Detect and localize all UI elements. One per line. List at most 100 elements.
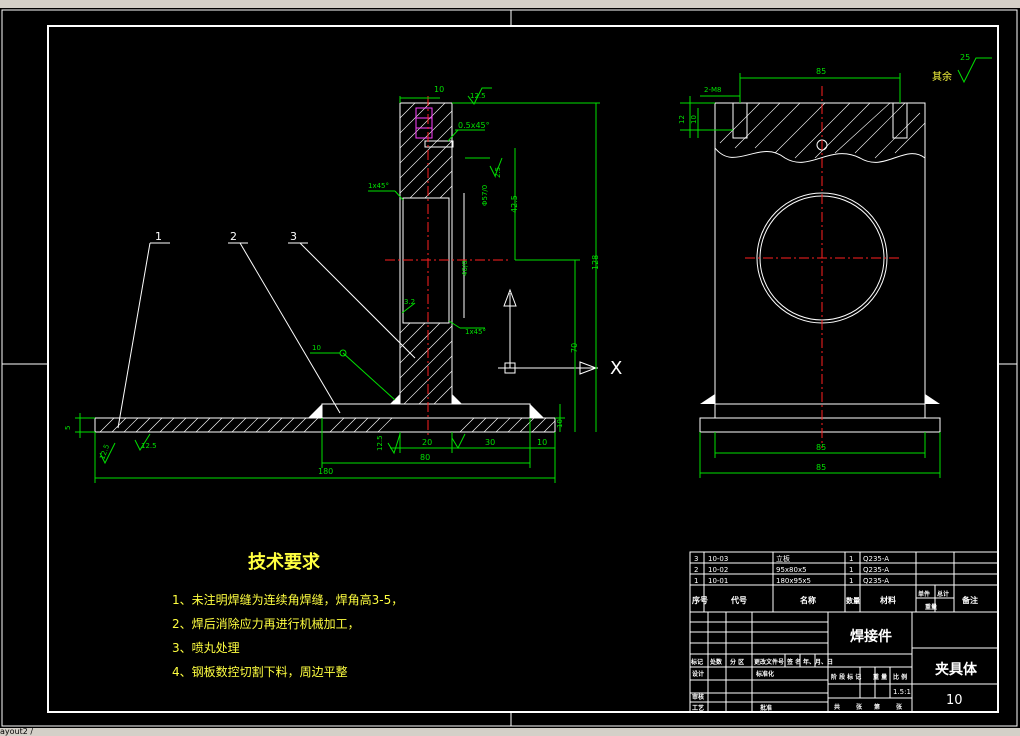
svg-text:批准: 批准: [760, 704, 772, 712]
drawing-number: 10: [946, 693, 963, 708]
side-plate: [714, 102, 926, 405]
cad-drawing-canvas[interactable]: X 10 128 70 42.5 10 5 180 80 20 30 10 12…: [0, 8, 1020, 728]
svg-text:42.5: 42.5: [510, 195, 519, 213]
svg-text:数量: 数量: [846, 596, 860, 605]
vertical-hatch: [399, 102, 453, 405]
status-strip: ayout2 /: [0, 728, 1020, 736]
tech-item-4: 4、钢板数控切割下料，周边平整: [172, 664, 348, 679]
part-type: 焊接件: [850, 628, 892, 645]
part-label-1: 1: [155, 230, 162, 243]
svg-text:Q235-A: Q235-A: [863, 566, 889, 574]
svg-text:10: 10: [690, 115, 698, 124]
part-label-2: 2: [230, 230, 237, 243]
svg-text:阶 段 标 记: 阶 段 标 记: [831, 673, 861, 681]
svg-text:12.5: 12.5: [98, 443, 111, 460]
svg-text:180x95x5: 180x95x5: [776, 577, 811, 585]
svg-text:1: 1: [694, 577, 698, 585]
vertical-plate: [399, 102, 453, 405]
svg-text:10: 10: [556, 419, 564, 428]
side-view: 85 2-M8 12 10 85 85 其余 25: [678, 53, 992, 478]
svg-text:85: 85: [816, 463, 826, 472]
svg-text:2-M8: 2-M8: [704, 86, 721, 94]
svg-text:85: 85: [816, 443, 826, 452]
drawing-name: 夹具体: [935, 661, 978, 678]
svg-text:10: 10: [537, 438, 547, 447]
svg-text:70: 70: [570, 343, 579, 353]
svg-text:128: 128: [591, 255, 600, 270]
svg-text:85: 85: [816, 67, 826, 76]
inner-frame: [47, 25, 999, 713]
title-block: 3 10-03 立板 1 Q235-A 2 10-02 95x80x5 1 Q2…: [689, 551, 999, 713]
tech-item-1: 1、未注明焊缝为连续角焊缝，焊角高3-5，: [172, 592, 403, 607]
svg-text:2.5: 2.5: [494, 167, 502, 178]
front-view: X 10 128 70 42.5 10 5 180 80 20 30 10 12…: [64, 85, 622, 483]
svg-text:180: 180: [318, 467, 333, 476]
svg-text:1: 1: [849, 577, 853, 585]
svg-text:5: 5: [64, 426, 72, 430]
svg-text:签 名: 签 名: [786, 658, 801, 666]
svg-text:比 例: 比 例: [893, 673, 907, 681]
base-hatch: [99, 417, 556, 433]
svg-text:张: 张: [896, 703, 903, 711]
svg-text:备注: 备注: [961, 595, 978, 605]
svg-text:总计: 总计: [937, 590, 949, 598]
svg-text:张: 张: [856, 703, 863, 711]
svg-text:Q235-A: Q235-A: [863, 577, 889, 585]
svg-text:1x45°: 1x45°: [368, 182, 389, 190]
svg-text:1: 1: [849, 566, 853, 574]
svg-text:12.5: 12.5: [376, 435, 384, 451]
section-mark: X: [610, 358, 622, 379]
svg-text:第: 第: [873, 703, 880, 711]
svg-text:代号: 代号: [730, 595, 747, 605]
svg-text:30: 30: [485, 438, 495, 447]
svg-text:立板: 立板: [776, 554, 790, 563]
svg-text:1: 1: [849, 555, 853, 563]
svg-text:10-02: 10-02: [708, 566, 728, 574]
svg-text:12: 12: [678, 115, 686, 124]
svg-text:95x80x5: 95x80x5: [776, 566, 807, 574]
svg-text:Φ57/0: Φ57/0: [481, 185, 489, 206]
svg-text:3.2: 3.2: [404, 298, 415, 306]
svg-text:设计: 设计: [692, 670, 704, 678]
svg-text:10: 10: [434, 85, 444, 94]
svg-text:12.5: 12.5: [470, 92, 486, 100]
svg-text:10-03: 10-03: [708, 555, 728, 563]
svg-text:共: 共: [834, 703, 840, 711]
svg-text:更改文件号: 更改文件号: [754, 658, 784, 666]
svg-text:其余: 其余: [932, 70, 952, 83]
svg-text:12.5: 12.5: [141, 442, 157, 450]
tech-item-3: 3、喷丸处理: [172, 641, 240, 655]
svg-text:重量: 重量: [925, 603, 937, 611]
svg-text:审核: 审核: [692, 693, 704, 701]
svg-text:名称: 名称: [800, 595, 816, 605]
svg-text:2: 2: [694, 566, 698, 574]
svg-text:0.5x45°: 0.5x45°: [458, 121, 490, 130]
tech-item-2: 2、焊后消除应力再进行机械加工，: [172, 616, 360, 631]
middle-plate: [321, 403, 531, 419]
tech-requirements: 技术要求 1、未注明焊缝为连续角焊缝，焊角高3-5， 2、焊后消除应力再进行机械…: [172, 551, 403, 679]
svg-text:标记: 标记: [690, 658, 703, 666]
scale-value: 1.5:1: [893, 688, 911, 696]
svg-text:80: 80: [420, 453, 430, 462]
svg-text:10: 10: [312, 344, 321, 352]
part-label-3: 3: [290, 230, 297, 243]
svg-text:材料: 材料: [880, 595, 896, 605]
svg-text:10-01: 10-01: [708, 577, 728, 585]
svg-text:标准化: 标准化: [755, 670, 774, 678]
svg-text:25: 25: [960, 53, 970, 62]
svg-text:年、月、日: 年、月、日: [803, 658, 833, 666]
tech-title: 技术要求: [248, 551, 321, 573]
svg-text:分 区: 分 区: [730, 658, 744, 666]
svg-text:重 量: 重 量: [873, 673, 887, 681]
svg-text:1x45°: 1x45°: [465, 328, 486, 336]
svg-text:处数: 处数: [709, 658, 723, 666]
svg-text:20: 20: [422, 438, 432, 447]
layout-tab-fragment[interactable]: ayout2 /: [0, 728, 33, 736]
svg-text:序号: 序号: [692, 595, 708, 605]
svg-text:单件: 单件: [918, 590, 930, 598]
title-strip: [0, 0, 1020, 8]
svg-text:Q235-A: Q235-A: [863, 555, 889, 563]
svg-text:3: 3: [694, 555, 698, 563]
svg-text:40/0: 40/0: [461, 260, 469, 276]
svg-text:工艺: 工艺: [692, 704, 704, 712]
